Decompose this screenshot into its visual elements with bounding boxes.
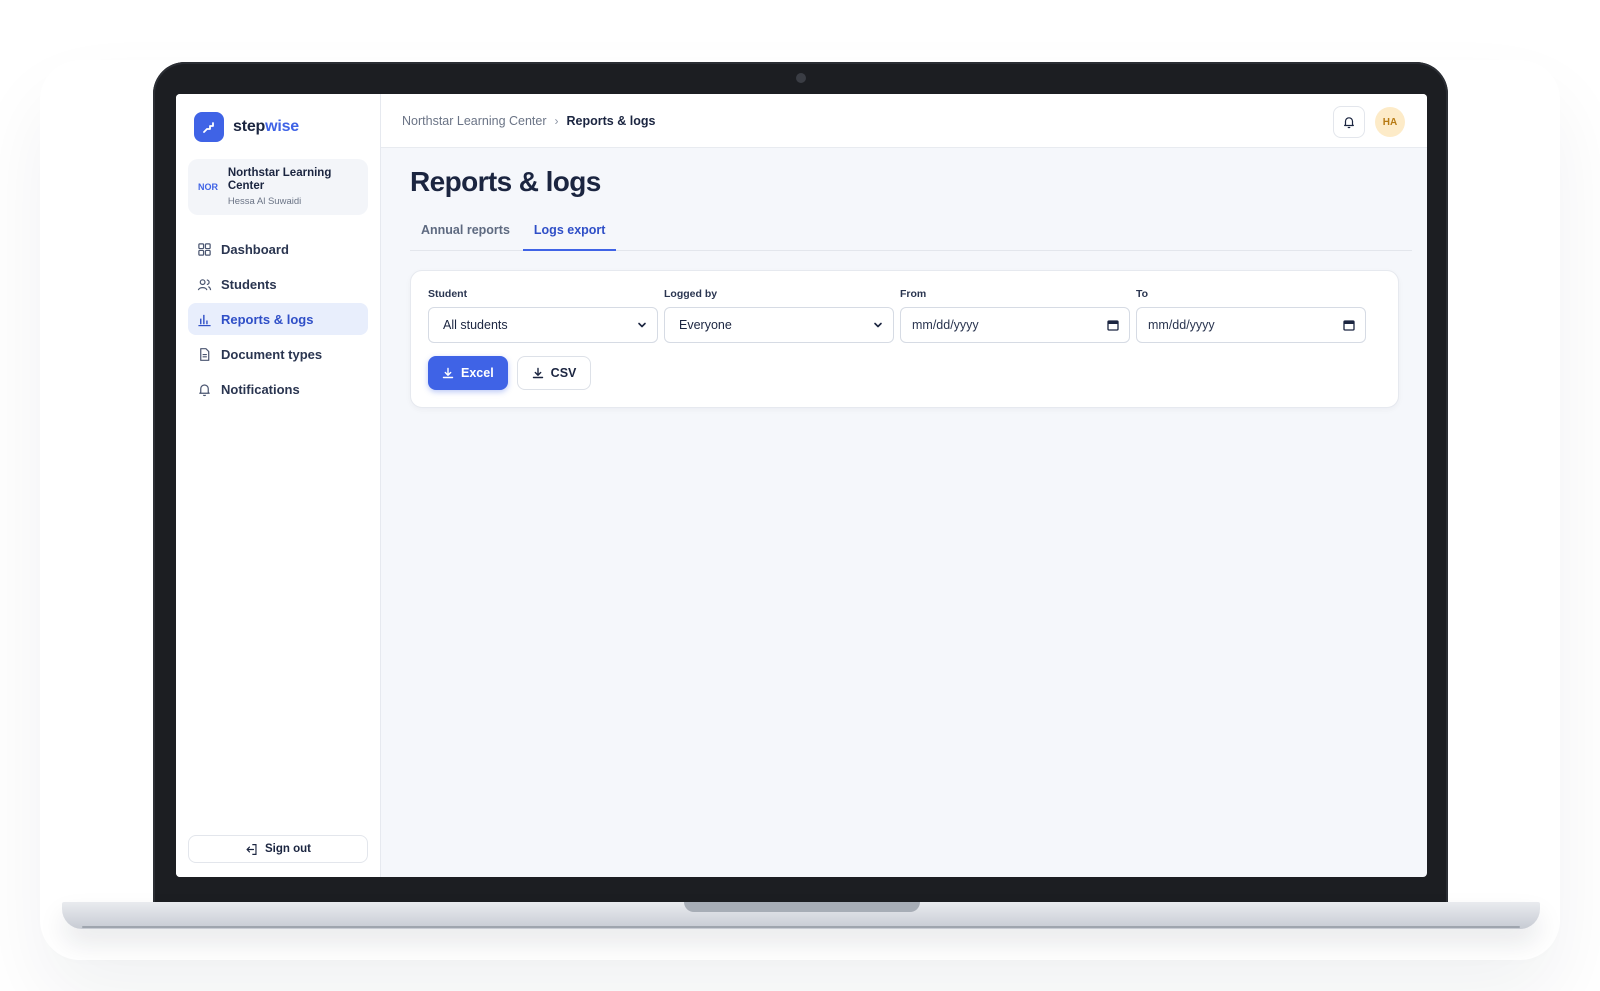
sidebar-item-label: Reports & logs bbox=[221, 311, 314, 327]
logged-by-select[interactable]: Everyone bbox=[664, 307, 894, 343]
tab-logs-export[interactable]: Logs export bbox=[522, 217, 617, 251]
tab-bar: Annual reports Logs export bbox=[410, 217, 1412, 251]
breadcrumb: Northstar Learning Center › Reports & lo… bbox=[402, 114, 655, 128]
to-date-placeholder: mm/dd/yyyy bbox=[1148, 318, 1215, 332]
sidebar-item-notifications[interactable]: Notifications bbox=[188, 373, 368, 405]
chevron-down-icon bbox=[638, 322, 646, 328]
org-abbreviation: NOR bbox=[198, 182, 218, 192]
from-date-placeholder: mm/dd/yyyy bbox=[912, 318, 979, 332]
app-screen: stepwise NOR Northstar Learning Center H… bbox=[176, 94, 1427, 877]
bar-chart-icon bbox=[198, 314, 211, 326]
org-user: Hessa Al Suwaidi bbox=[227, 196, 302, 207]
brand-name: stepwise bbox=[233, 118, 299, 135]
breadcrumb-current: Reports & logs bbox=[566, 113, 656, 128]
logged-by-select-value: Everyone bbox=[679, 318, 732, 332]
chevron-down-icon bbox=[874, 322, 882, 328]
brand[interactable]: stepwise bbox=[194, 112, 299, 142]
bell-icon bbox=[1344, 117, 1354, 129]
calendar-icon[interactable] bbox=[1107, 319, 1119, 331]
export-csv-button[interactable]: CSV bbox=[516, 356, 592, 390]
export-csv-label: CSV bbox=[550, 366, 577, 380]
sidebar-item-students[interactable]: Students bbox=[188, 268, 368, 300]
bell-icon bbox=[199, 383, 210, 396]
org-name: Northstar Learning Center bbox=[227, 167, 332, 192]
to-label: To bbox=[1136, 288, 1149, 300]
laptop-notch bbox=[684, 902, 920, 912]
export-excel-label: Excel bbox=[461, 366, 494, 380]
org-switcher[interactable]: NOR Northstar Learning Center Hessa Al S… bbox=[188, 159, 368, 215]
sidebar-item-label: Notifications bbox=[221, 381, 300, 397]
student-select[interactable]: All students bbox=[428, 307, 658, 343]
student-label: Student bbox=[428, 288, 468, 300]
grid-icon bbox=[198, 242, 211, 256]
download-icon bbox=[532, 367, 543, 379]
sign-out-icon bbox=[246, 843, 257, 855]
sidebar-item-reports-logs[interactable]: Reports & logs bbox=[188, 303, 368, 335]
sidebar: stepwise NOR Northstar Learning Center H… bbox=[176, 94, 381, 877]
sidebar-item-dashboard[interactable]: Dashboard bbox=[188, 233, 368, 265]
download-icon bbox=[442, 367, 454, 379]
sidebar-item-label: Dashboard bbox=[221, 241, 289, 257]
tab-annual-reports[interactable]: Annual reports bbox=[410, 217, 521, 251]
student-select-value: All students bbox=[443, 318, 508, 332]
logged-by-label: Logged by bbox=[664, 288, 718, 300]
main-content: Northstar Learning Center › Reports & lo… bbox=[381, 94, 1427, 877]
from-date-input[interactable]: mm/dd/yyyy bbox=[900, 307, 1130, 343]
sidebar-item-label: Document types bbox=[221, 346, 323, 362]
sign-out-button[interactable]: Sign out bbox=[188, 835, 368, 863]
breadcrumb-org[interactable]: Northstar Learning Center bbox=[402, 114, 547, 128]
logged-by-field: Logged by Everyone bbox=[664, 288, 894, 343]
camera bbox=[796, 73, 806, 83]
sign-out-label: Sign out bbox=[265, 843, 311, 855]
export-excel-button[interactable]: Excel bbox=[428, 356, 508, 390]
from-label: From bbox=[900, 288, 927, 300]
stairs-logo-icon bbox=[194, 112, 224, 142]
breadcrumb-separator: › bbox=[554, 113, 559, 128]
to-date-input[interactable]: mm/dd/yyyy bbox=[1136, 307, 1366, 343]
users-icon bbox=[197, 278, 212, 290]
page-title: Reports & logs bbox=[410, 166, 601, 197]
notifications-button[interactable] bbox=[1333, 106, 1365, 138]
from-date-field: From mm/dd/yyyy bbox=[900, 288, 1130, 343]
student-field: Student All students bbox=[428, 288, 658, 343]
topbar: Northstar Learning Center › Reports & lo… bbox=[381, 94, 1427, 148]
document-icon bbox=[200, 347, 210, 361]
sidebar-item-label: Students bbox=[221, 276, 277, 292]
laptop-base-edge bbox=[82, 926, 1520, 928]
calendar-icon[interactable] bbox=[1343, 319, 1355, 331]
logs-export-card: Student All students Logged by Everyone … bbox=[410, 270, 1399, 408]
avatar[interactable]: HA bbox=[1375, 107, 1405, 137]
sidebar-item-document-types[interactable]: Document types bbox=[188, 338, 368, 370]
to-date-field: To mm/dd/yyyy bbox=[1136, 288, 1366, 343]
export-buttons: Excel CSV bbox=[428, 356, 592, 390]
sidebar-nav: Dashboard Students Reports & logs Docume… bbox=[188, 233, 368, 408]
